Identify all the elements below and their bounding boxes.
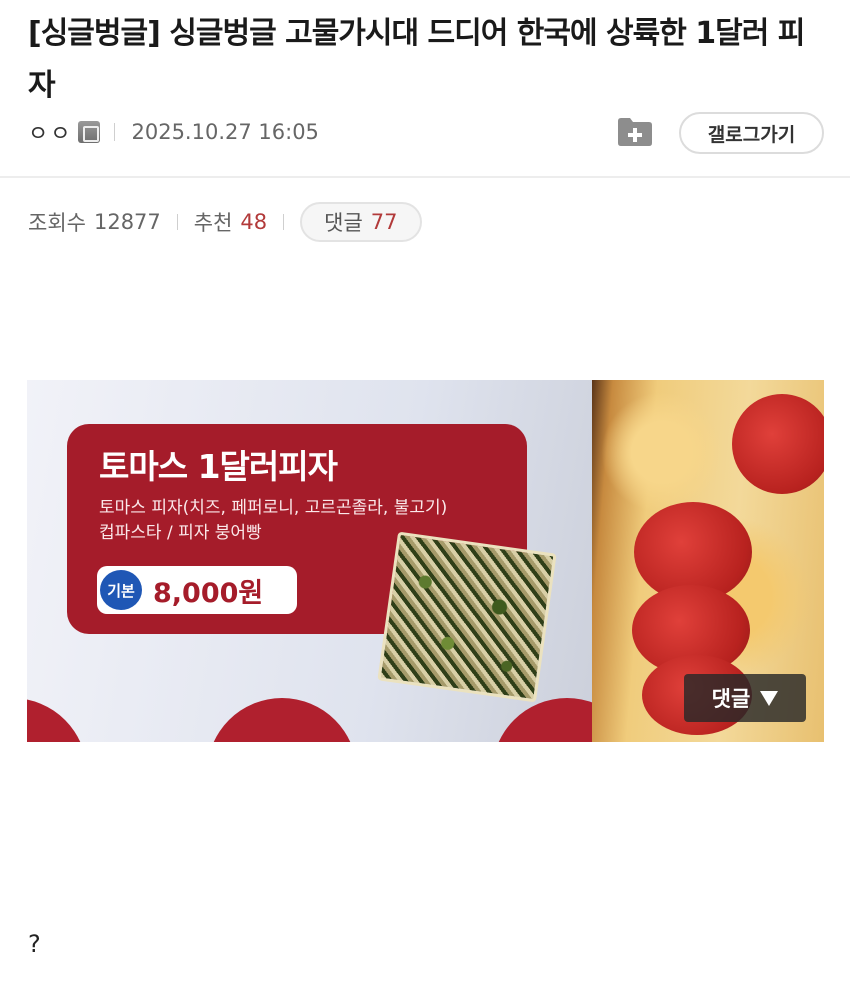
recommend-label: 추천	[193, 211, 233, 235]
pepperoni	[732, 394, 824, 494]
price-tag: 기본 8,000원	[97, 566, 297, 614]
price-text: 8,000원	[153, 578, 264, 609]
post-meta: ㅇㅇ 2025.10.27 16:05 갤로그가기	[28, 112, 824, 154]
promo-title: 토마스 1달러피자	[99, 447, 338, 486]
red-circle-decor	[27, 698, 87, 742]
recommend-count: 48	[240, 210, 268, 234]
image-comment-label: 댓글	[711, 687, 751, 711]
views-label: 조회수	[28, 211, 86, 235]
triangle-down-icon	[760, 690, 779, 706]
image-comment-button[interactable]: 댓글	[684, 674, 806, 722]
comments-count: 77	[370, 210, 398, 234]
post-stats: 조회수 12877 추천 48 댓글 77	[28, 202, 422, 242]
gallery-button[interactable]: 갤로그가기	[679, 112, 824, 154]
pizza-slice-image	[377, 531, 557, 703]
comments-button[interactable]: 댓글 77	[300, 202, 422, 242]
stats-divider	[283, 214, 285, 230]
comments-label: 댓글	[324, 211, 363, 235]
red-circle-decor	[207, 698, 357, 742]
level-icon	[78, 121, 101, 143]
menu-board: 토마스 1달러피자 토마스 피자(치즈, 페퍼로니, 고르곤졸라, 불고기) 컵…	[27, 380, 642, 742]
post-image[interactable]: 토마스 1달러피자 토마스 피자(치즈, 페퍼로니, 고르곤졸라, 불고기) 컵…	[27, 380, 824, 742]
promo-description: 토마스 피자(치즈, 페퍼로니, 고르곤졸라, 불고기) 컵파스타 / 피자 붕…	[99, 496, 519, 546]
post-body-text: ?	[28, 930, 41, 958]
stats-divider	[176, 214, 178, 230]
folder-add-icon[interactable]	[616, 115, 654, 147]
post-date: 2025.10.27 16:05	[131, 120, 319, 144]
meta-divider	[114, 123, 116, 141]
author-name[interactable]: ㅇㅇ	[28, 116, 72, 148]
price-badge: 기본	[100, 570, 142, 610]
header-divider	[0, 176, 850, 178]
post-title: [싱글벙글] 싱글벙글 고물가시대 드디어 한국에 상륙한 1달러 피자	[28, 16, 805, 103]
views-count: 12877	[93, 210, 161, 234]
promo-desc-line: 토마스 피자(치즈, 페퍼로니, 고르곤졸라, 불고기)	[99, 498, 448, 518]
